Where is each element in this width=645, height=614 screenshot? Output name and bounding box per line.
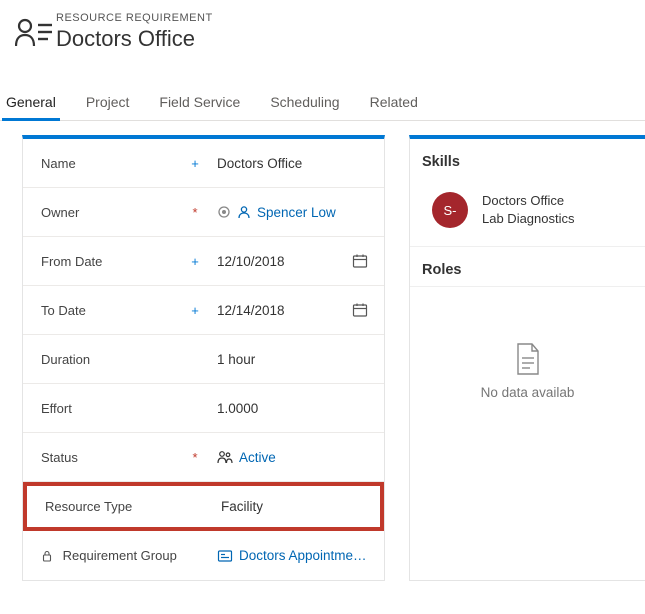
target-icon bbox=[217, 205, 231, 219]
field-resource-type-value[interactable]: Facility bbox=[203, 499, 366, 514]
general-panel: Name + Doctors Office Owner * Spencer Lo… bbox=[22, 135, 385, 581]
tab-field-service[interactable]: Field Service bbox=[157, 88, 242, 120]
calendar-icon[interactable] bbox=[352, 253, 368, 269]
tab-related[interactable]: Related bbox=[368, 88, 420, 120]
tab-project[interactable]: Project bbox=[84, 88, 132, 120]
tab-general[interactable]: General bbox=[4, 88, 58, 120]
roles-empty-text: No data availab bbox=[481, 385, 575, 400]
field-requirement-group[interactable]: Requirement Group Doctors Appointme… bbox=[23, 531, 384, 580]
field-status-value[interactable]: Active bbox=[199, 450, 370, 465]
status-link-text: Active bbox=[239, 450, 276, 465]
field-resource-type-label: Resource Type bbox=[45, 499, 195, 514]
people-icon bbox=[217, 450, 233, 464]
roles-empty-state: No data availab bbox=[410, 286, 645, 456]
field-owner-label: Owner bbox=[41, 205, 191, 220]
recommended-marker: + bbox=[191, 156, 199, 171]
card-icon bbox=[217, 549, 233, 563]
field-from-date-label: From Date bbox=[41, 254, 191, 269]
field-effort-value[interactable]: 1.0000 bbox=[199, 401, 370, 416]
field-duration-label: Duration bbox=[41, 352, 191, 367]
field-to-date-label: To Date bbox=[41, 303, 191, 318]
field-effort[interactable]: Effort 1.0000 bbox=[23, 384, 384, 433]
field-to-date[interactable]: To Date + 12/14/2018 bbox=[23, 286, 384, 335]
person-icon bbox=[237, 205, 251, 219]
recommended-marker: + bbox=[191, 254, 199, 269]
side-panel: Skills S- Doctors Office Lab Diagnostics… bbox=[409, 135, 645, 581]
record-title: Doctors Office bbox=[56, 26, 213, 52]
skill-item[interactable]: S- Doctors Office Lab Diagnostics bbox=[410, 178, 645, 246]
record-supertitle: RESOURCE REQUIREMENT bbox=[56, 12, 213, 24]
field-requirement-group-label: Requirement Group bbox=[41, 548, 191, 563]
field-name[interactable]: Name + Doctors Office bbox=[23, 139, 384, 188]
field-from-date-value[interactable]: 12/10/2018 bbox=[199, 254, 370, 269]
tab-scheduling[interactable]: Scheduling bbox=[268, 88, 341, 120]
owner-link-text: Spencer Low bbox=[257, 205, 336, 220]
calendar-icon[interactable] bbox=[352, 302, 368, 318]
recommended-marker: + bbox=[191, 303, 199, 318]
field-to-date-value[interactable]: 12/14/2018 bbox=[199, 303, 370, 318]
req-group-link-text: Doctors Appointme… bbox=[239, 548, 367, 563]
field-from-date[interactable]: From Date + 12/10/2018 bbox=[23, 237, 384, 286]
field-duration-value[interactable]: 1 hour bbox=[199, 352, 370, 367]
roles-header: Roles bbox=[410, 246, 645, 286]
entity-icon bbox=[12, 10, 56, 54]
field-duration[interactable]: Duration 1 hour bbox=[23, 335, 384, 384]
lock-icon bbox=[41, 550, 53, 562]
required-marker: * bbox=[191, 450, 199, 465]
field-name-label: Name bbox=[41, 156, 191, 171]
skills-header: Skills bbox=[410, 139, 645, 178]
field-status-label: Status bbox=[41, 450, 191, 465]
skill-line1: Doctors Office bbox=[482, 192, 575, 210]
field-requirement-group-value[interactable]: Doctors Appointme… bbox=[199, 548, 370, 563]
field-name-value[interactable]: Doctors Office bbox=[199, 156, 370, 171]
avatar: S- bbox=[432, 192, 468, 228]
field-owner-value[interactable]: Spencer Low bbox=[199, 205, 370, 220]
field-status[interactable]: Status * Active bbox=[23, 433, 384, 482]
required-marker: * bbox=[191, 205, 199, 220]
field-owner[interactable]: Owner * Spencer Low bbox=[23, 188, 384, 237]
field-effort-label: Effort bbox=[41, 401, 191, 416]
form-tabs: General Project Field Service Scheduling… bbox=[0, 60, 645, 121]
document-icon bbox=[515, 343, 541, 375]
skill-line2: Lab Diagnostics bbox=[482, 210, 575, 228]
record-header: RESOURCE REQUIREMENT Doctors Office bbox=[0, 0, 645, 60]
field-resource-type[interactable]: Resource Type Facility bbox=[23, 482, 384, 531]
